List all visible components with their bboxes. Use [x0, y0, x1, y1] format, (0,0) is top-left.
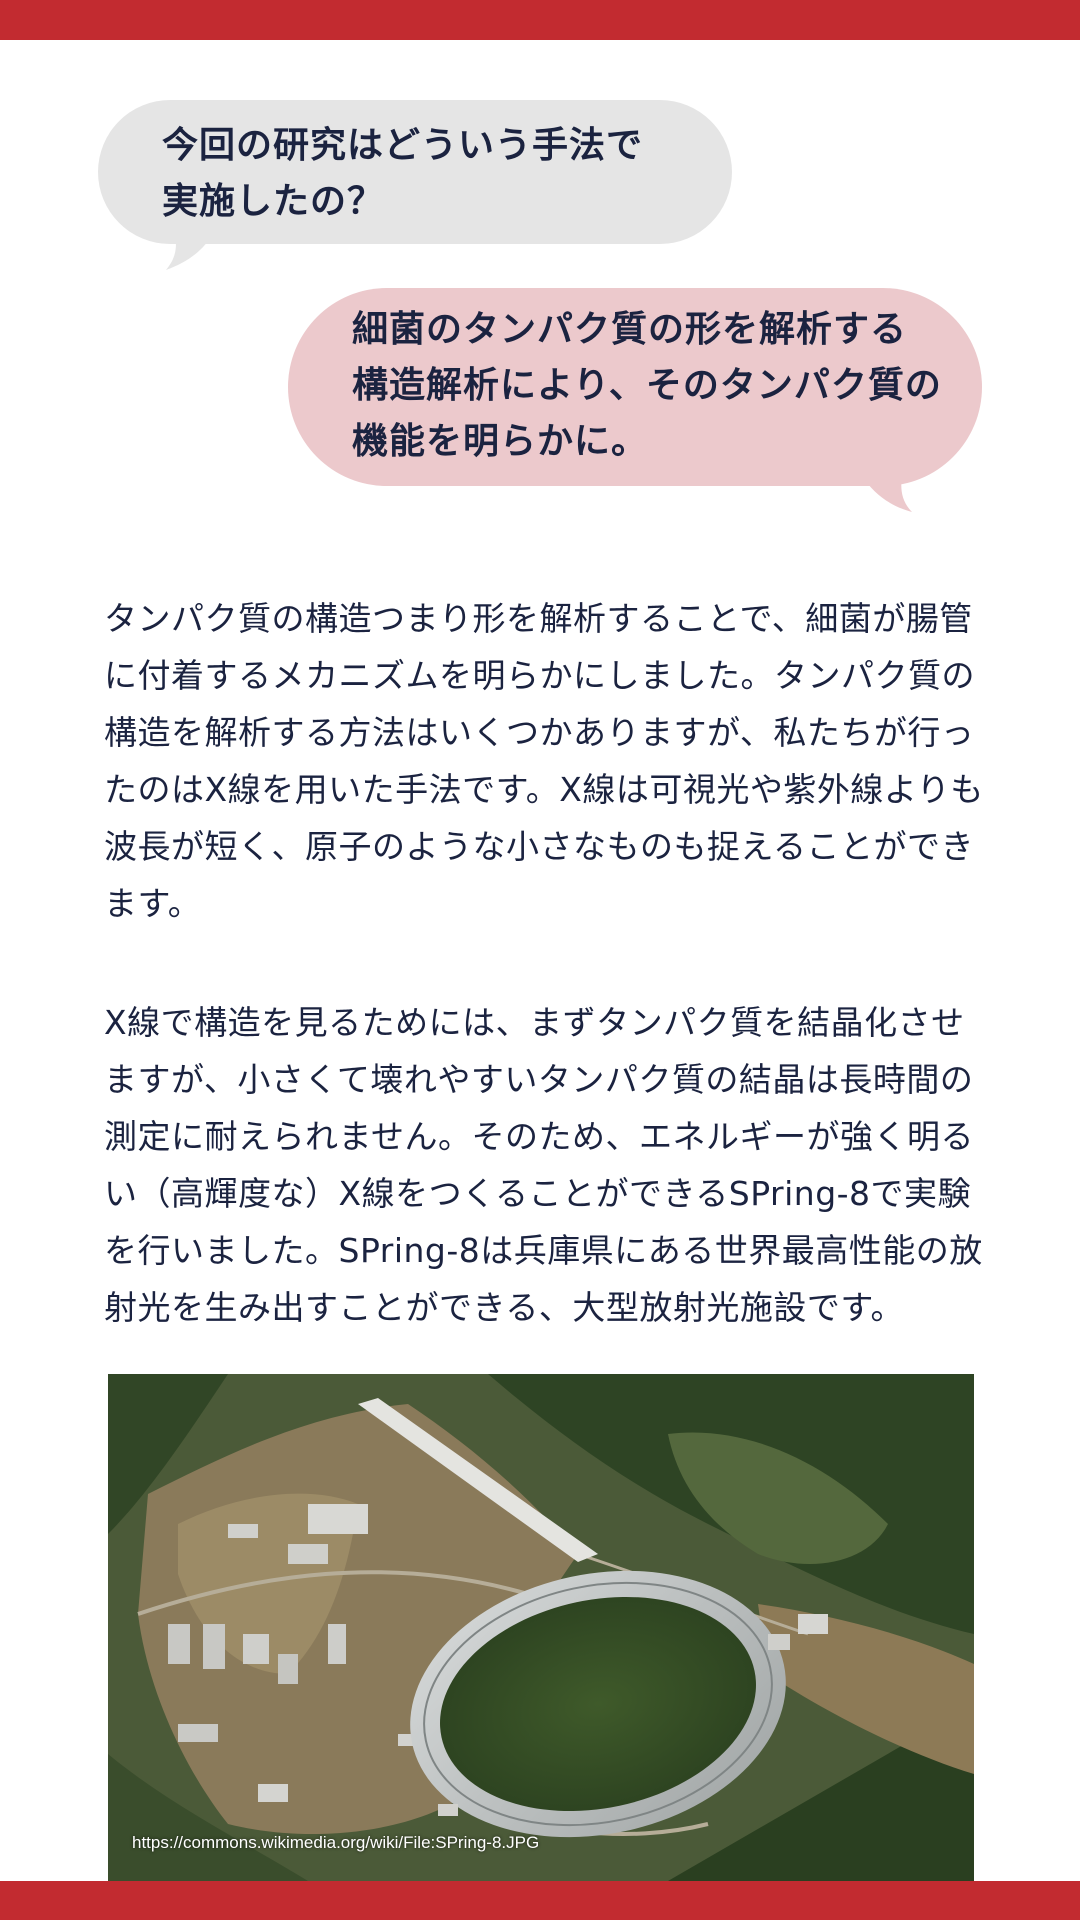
aerial-photo-image — [108, 1374, 974, 1881]
answer-bubble-tail — [862, 476, 912, 514]
answer-bubble: 細菌のタンパク質の形を解析する 構造解析により、そのタンパク質の 機能を明らかに… — [288, 288, 982, 486]
question-text: 今回の研究はどういう手法で 実施したの？ — [162, 125, 644, 222]
question-bubble-tail — [166, 232, 216, 272]
top-accent-bar — [0, 0, 1080, 40]
answer-text: 細菌のタンパク質の形を解析する 構造解析により、そのタンパク質の 機能を明らかに… — [352, 309, 942, 462]
body-paragraph-2: X線で構造を見るためには、まずタンパク質を結晶化させますが、小さくて壊れやすいタ… — [104, 1003, 983, 1327]
spring8-aerial-photo: https://commons.wikimedia.org/wiki/File:… — [108, 1374, 974, 1881]
question-bubble: 今回の研究はどういう手法で 実施したの？ — [98, 100, 732, 244]
body-paragraph-1: タンパク質の構造つまり形を解析することで、細菌が腸管に付着するメカニズムを明らか… — [104, 599, 984, 923]
bottom-accent-bar — [0, 1881, 1080, 1920]
photo-caption: https://commons.wikimedia.org/wiki/File:… — [132, 1833, 540, 1852]
